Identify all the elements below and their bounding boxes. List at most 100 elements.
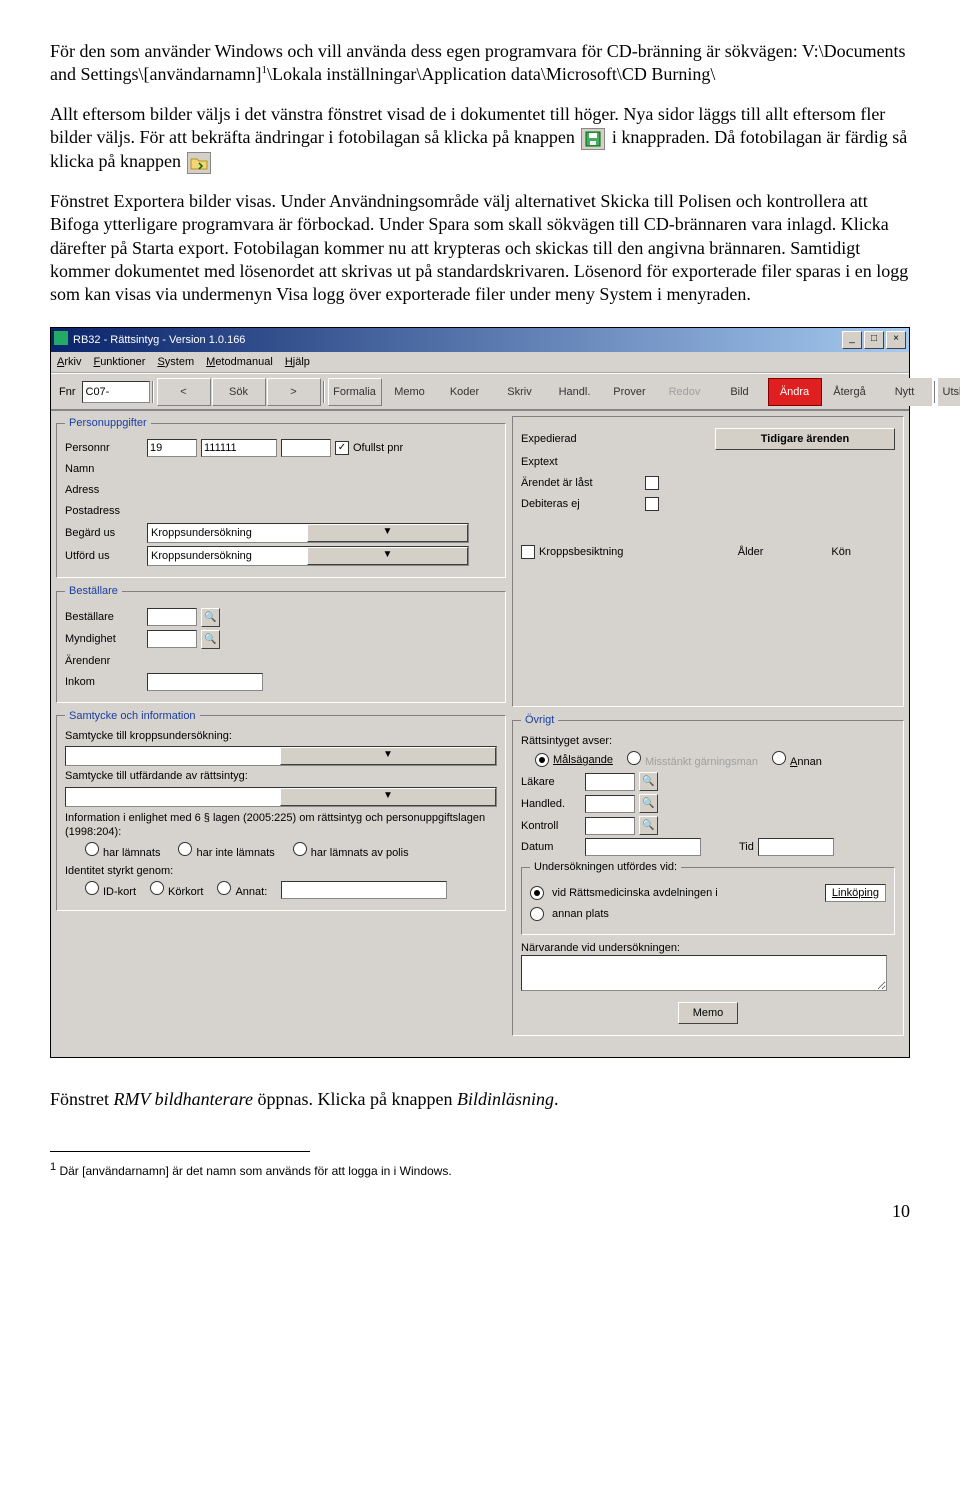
lbl-kropps: Kroppsbesiktning (539, 545, 623, 559)
debiteras-checkbox[interactable] (645, 497, 659, 511)
menu-metodmanual[interactable]: Metodmanual (206, 355, 273, 369)
last-checkbox[interactable] (645, 476, 659, 490)
chevron-down-icon: ▼ (307, 524, 468, 542)
kontroll-input[interactable] (585, 817, 635, 835)
radio-lamnats[interactable] (85, 842, 99, 856)
search-icon[interactable]: 🔍 (639, 772, 658, 791)
utford-value: Kroppsundersökning (148, 549, 307, 563)
samtycke-ratt-dropdown[interactable]: ▼ (65, 787, 497, 807)
samtycke-kropp-dropdown[interactable]: ▼ (65, 746, 497, 766)
legend-utfordes: Undersökningen utfördes vid: (530, 860, 681, 874)
inkom-input[interactable] (147, 673, 263, 691)
personnr-century[interactable] (147, 439, 197, 457)
tab-redov[interactable]: Redov (658, 378, 712, 406)
lakare-input[interactable] (585, 773, 635, 791)
tab-utskrifter[interactable]: Utskrifter (938, 378, 960, 406)
chevron-down-icon: ▼ (307, 547, 468, 565)
search-icon[interactable]: 🔍 (201, 630, 220, 649)
tab-andra[interactable]: Ändra (768, 378, 822, 406)
radio-annan[interactable] (772, 751, 786, 765)
menu-arkiv[interactable]: Arkiv (57, 355, 81, 369)
radio-korkort[interactable] (150, 881, 164, 895)
radio-inte-lamnats[interactable] (178, 842, 192, 856)
paragraph-2: Allt eftersom bilder väljs i det vänstra… (50, 103, 910, 174)
radio-misstankt[interactable] (627, 751, 641, 765)
bestallare-code[interactable] (147, 608, 197, 626)
maximize-button[interactable]: □ (864, 331, 884, 349)
paragraph-after-ss: Fönstret RMV bildhanterare öppnas. Klick… (50, 1088, 910, 1111)
minimize-button[interactable]: _ (842, 331, 862, 349)
handled-input[interactable] (585, 795, 635, 813)
tab-memo[interactable]: Memo (383, 378, 437, 406)
close-button[interactable]: × (886, 331, 906, 349)
tab-formalia[interactable]: Formalia (328, 378, 382, 406)
search-icon[interactable]: 🔍 (639, 816, 658, 835)
radio-malsagande[interactable] (535, 753, 549, 767)
fnr-label: Fnr (56, 385, 82, 399)
menu-funktioner[interactable]: Funktioner (93, 355, 145, 369)
group-right-top: Expedierad Tidigare ärenden Exptext Ären… (512, 416, 904, 707)
radio-annan-plats[interactable] (530, 907, 544, 921)
group-utfordes: Undersökningen utfördes vid: vid Rättsme… (521, 860, 895, 935)
menu-bar: Arkiv Funktioner System Metodmanual Hjäl… (51, 352, 909, 373)
search-button[interactable]: Sök (212, 378, 266, 406)
tab-skriv[interactable]: Skriv (493, 378, 547, 406)
radio-av-polis[interactable] (293, 842, 307, 856)
tid-input[interactable] (758, 838, 834, 856)
group-samtycke: Samtycke och information Samtycke till k… (56, 709, 506, 911)
lbl-identitet: Identitet styrkt genom: (65, 864, 497, 878)
radio-idkort[interactable] (85, 881, 99, 895)
menu-system[interactable]: System (157, 355, 194, 369)
tab-nytt[interactable]: Nytt (878, 378, 932, 406)
tab-prover[interactable]: Prover (603, 378, 657, 406)
legend-person: Personuppgifter (65, 416, 151, 430)
myndighet-code[interactable] (147, 630, 197, 648)
lbl-samtycke-ratt: Samtycke till utfärdande av rättsintyg: (65, 769, 497, 783)
narvarande-input[interactable] (521, 955, 887, 991)
tab-bild[interactable]: Bild (713, 378, 767, 406)
menu-hjalp[interactable]: Hjälp (285, 355, 310, 369)
lbl-annat: Annat: (235, 886, 267, 898)
tidigare-button[interactable]: Tidigare ärenden (715, 428, 895, 450)
lbl-adress: Adress (65, 483, 143, 497)
personnr-last[interactable] (281, 439, 331, 457)
lbl-debiteras: Debiteras ej (521, 497, 641, 511)
location-value[interactable]: Linköping (825, 884, 886, 902)
search-icon[interactable]: 🔍 (201, 608, 220, 627)
utford-dropdown[interactable]: Kroppsundersökning▼ (147, 546, 469, 566)
tab-handl[interactable]: Handl. (548, 378, 602, 406)
ofullst-checkbox[interactable] (335, 441, 349, 455)
footnote-number: 1 (50, 1161, 56, 1173)
lbl-korkort: Körkort (168, 886, 203, 898)
footnote-text: Där [användarnamn] är det namn som använ… (59, 1164, 451, 1178)
personnr-digits[interactable] (201, 439, 277, 457)
title-bar: RB32 - Rättsintyg - Version 1.0.166 _ □ … (51, 328, 909, 352)
next-button[interactable]: > (267, 378, 321, 406)
fnr-input[interactable] (82, 381, 150, 403)
toolbar: Fnr < Sök > Formalia Memo Koder Skriv Ha… (51, 373, 909, 411)
lbl-har-lamnats: har lämnats (103, 847, 160, 859)
lbl-kontroll: Kontroll (521, 819, 581, 833)
annat-input[interactable] (281, 881, 447, 899)
app-screenshot: RB32 - Rättsintyg - Version 1.0.166 _ □ … (50, 327, 910, 1058)
lbl-handled: Handled. (521, 797, 581, 811)
tab-koder[interactable]: Koder (438, 378, 492, 406)
lbl-myndighet: Myndighet (65, 632, 143, 646)
legend-best: Beställare (65, 584, 122, 598)
tab-aterga[interactable]: Återgå (823, 378, 877, 406)
lbl-namn: Namn (65, 462, 143, 476)
memo-button[interactable]: Memo (678, 1002, 739, 1024)
kropps-checkbox[interactable] (521, 545, 535, 559)
begard-dropdown[interactable]: Kroppsundersökning▼ (147, 523, 469, 543)
lbl-alder: Ålder (738, 545, 764, 559)
search-icon[interactable]: 🔍 (639, 794, 658, 813)
legend-ovrigt: Övrigt (521, 713, 558, 727)
paragraph-3: Fönstret Exportera bilder visas. Under A… (50, 190, 910, 307)
prev-button[interactable]: < (157, 378, 211, 406)
datum-input[interactable] (585, 838, 701, 856)
radio-vid-ratts[interactable] (530, 886, 544, 900)
radio-annat[interactable] (217, 881, 231, 895)
lbl-datum: Datum (521, 840, 581, 854)
lbl-inkom: Inkom (65, 675, 143, 689)
folder-export-icon (187, 152, 211, 174)
